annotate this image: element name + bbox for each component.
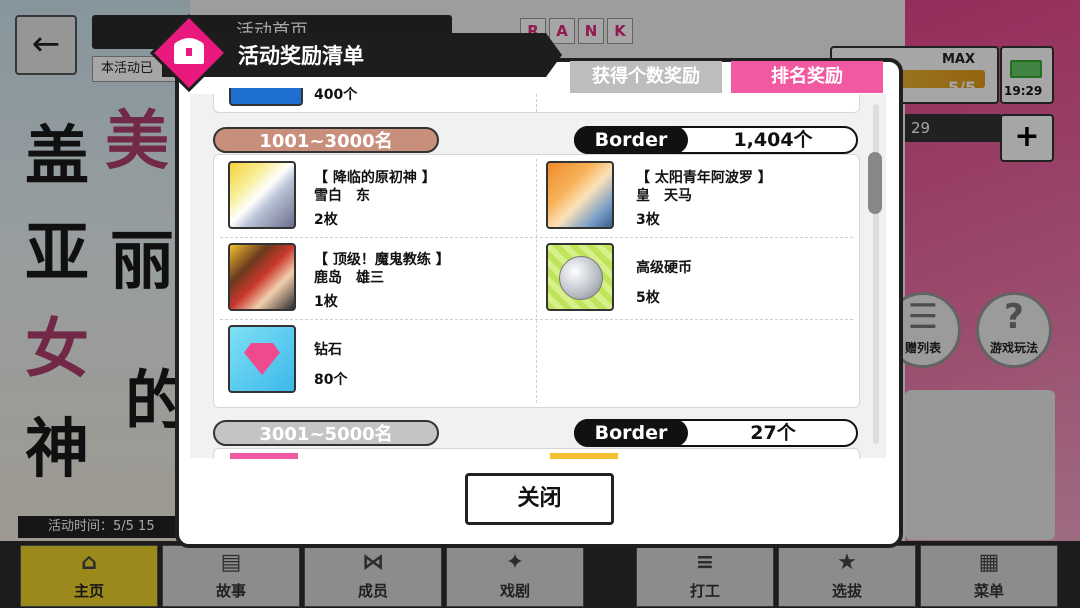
coin-thumb bbox=[546, 243, 614, 311]
row-divider bbox=[220, 319, 853, 320]
character-card-thumb bbox=[546, 161, 614, 229]
reward-qty: 80个 bbox=[314, 372, 348, 388]
close-button[interactable]: 关闭 bbox=[465, 473, 614, 525]
reward-qty: 400个 bbox=[314, 87, 358, 103]
item-thumb-partial bbox=[229, 88, 303, 106]
border-value: 27个 bbox=[750, 422, 796, 444]
diamond-thumb bbox=[228, 325, 296, 393]
reward-section-1001-3000: 【 降临的原初神 】 雪白 东 2枚 【 太阳青年阿波罗 】 皇 天马 3枚 【… bbox=[213, 154, 860, 408]
character-card-thumb bbox=[228, 243, 296, 311]
character-name: 皇 天马 bbox=[636, 188, 692, 204]
diamond-icon bbox=[244, 343, 280, 375]
item-name: 钻石 bbox=[314, 342, 342, 358]
reward-qty: 1枚 bbox=[314, 294, 338, 310]
card-title: 【 顶级！魔鬼教练 】 bbox=[314, 252, 450, 268]
card-title: 【 降临的原初神 】 bbox=[314, 170, 436, 186]
border-indicator: Border 1,404个 bbox=[574, 126, 858, 154]
reward-item[interactable]: 【 降临的原初神 】 雪白 东 2枚 bbox=[214, 157, 534, 237]
treasure-chest-icon bbox=[150, 14, 228, 92]
character-name: 雪白 东 bbox=[314, 188, 370, 204]
tab-count-reward[interactable]: 获得个数奖励 bbox=[570, 61, 722, 93]
coin-icon bbox=[559, 256, 603, 300]
border-indicator: Border 27个 bbox=[574, 419, 858, 447]
tab-rank-reward[interactable]: 排名奖励 bbox=[731, 61, 883, 93]
character-name: 鹿岛 雄三 bbox=[314, 270, 384, 286]
card-thumb-partial bbox=[230, 453, 298, 459]
character-card-thumb bbox=[228, 161, 296, 229]
card-thumb-partial bbox=[550, 453, 618, 459]
rank-range-badge: 1001~3000名 bbox=[213, 127, 439, 153]
reward-item[interactable]: 钻石 80个 bbox=[214, 321, 534, 401]
reward-qty: 3枚 bbox=[636, 212, 660, 228]
cell-divider bbox=[536, 94, 537, 112]
rank-range-badge: 3001~5000名 bbox=[213, 420, 439, 446]
reward-item[interactable]: 【 顶级！魔鬼教练 】 鹿岛 雄三 1枚 bbox=[214, 239, 534, 319]
border-label: Border bbox=[574, 419, 688, 447]
item-name: 高级硬币 bbox=[636, 260, 692, 276]
row-divider bbox=[220, 237, 853, 238]
border-label: Border bbox=[574, 126, 688, 154]
border-value: 1,404个 bbox=[733, 129, 813, 151]
reward-qty: 5枚 bbox=[636, 290, 660, 306]
reward-item[interactable]: 【 太阳青年阿波罗 】 皇 天马 3枚 bbox=[536, 157, 856, 237]
card-title: 【 太阳青年阿波罗 】 bbox=[636, 170, 772, 186]
reward-section-partial: 400个 bbox=[213, 87, 860, 113]
dialog-title: 活动奖励清单 bbox=[238, 44, 364, 68]
scrollbar-thumb[interactable] bbox=[868, 152, 882, 214]
reward-item[interactable]: 高级硬币 5枚 bbox=[536, 239, 856, 319]
reward-qty: 2枚 bbox=[314, 212, 338, 228]
reward-section-3001-5000 bbox=[213, 448, 860, 459]
